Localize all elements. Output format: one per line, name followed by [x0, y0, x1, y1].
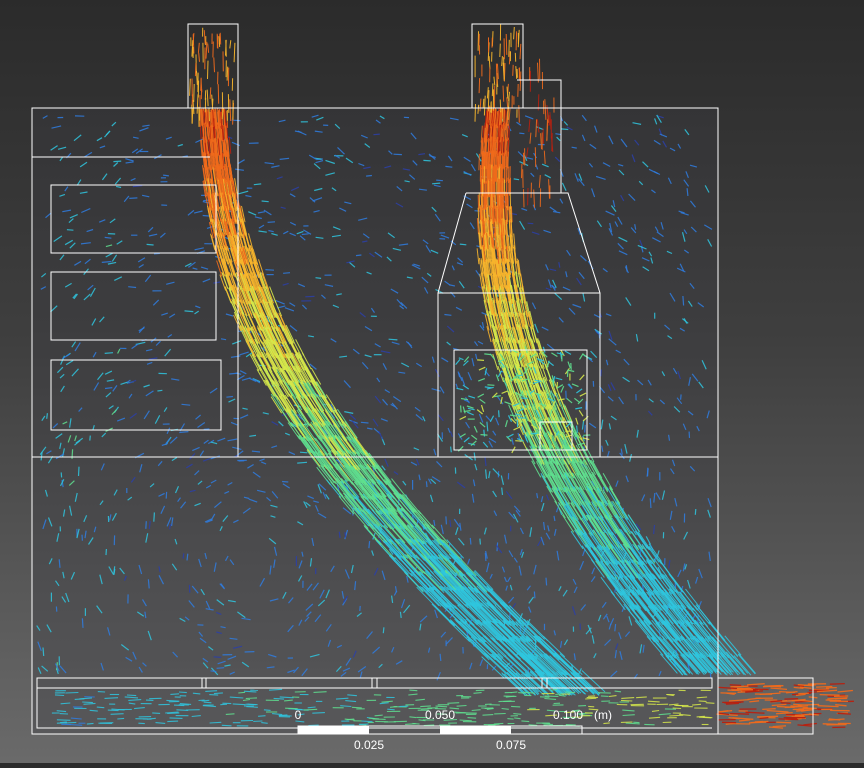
velocity-vector	[361, 422, 369, 423]
velocity-vector	[510, 206, 511, 222]
velocity-vector	[519, 133, 524, 134]
velocity-vector	[534, 592, 535, 599]
velocity-vector	[211, 671, 217, 672]
velocity-vector	[214, 657, 222, 658]
velocity-vector	[514, 179, 519, 180]
velocity-vector	[129, 198, 137, 199]
velocity-vector	[163, 175, 169, 176]
velocity-vector	[316, 278, 322, 279]
velocity-vector	[183, 553, 184, 558]
velocity-vector	[615, 624, 616, 631]
velocity-vector	[485, 553, 486, 561]
velocity-vector	[262, 201, 269, 202]
velocity-vector	[373, 134, 379, 135]
velocity-vector	[187, 554, 188, 561]
velocity-vector	[731, 654, 748, 674]
velocity-vector	[601, 370, 602, 377]
velocity-vector	[389, 339, 398, 340]
velocity-vector	[79, 467, 80, 476]
velocity-vector	[43, 648, 44, 657]
velocity-vector	[302, 234, 309, 235]
velocity-vector	[683, 296, 684, 306]
velocity-vector	[217, 668, 225, 669]
velocity-vector	[440, 654, 441, 661]
velocity-vector	[423, 160, 430, 161]
velocity-vector	[426, 481, 427, 487]
velocity-vector	[436, 180, 443, 181]
velocity-vector	[446, 516, 447, 524]
velocity-vector	[366, 176, 372, 177]
velocity-vector	[146, 521, 147, 529]
velocity-vector	[356, 255, 361, 256]
velocity-vector	[67, 230, 74, 231]
velocity-vector	[265, 270, 274, 271]
velocity-vector	[502, 488, 503, 495]
velocity-vector	[561, 129, 568, 130]
velocity-vector	[147, 244, 154, 245]
velocity-vector	[157, 390, 162, 391]
velocity-vector	[90, 436, 91, 441]
velocity-vector	[585, 425, 586, 433]
velocity-vector	[369, 541, 370, 548]
velocity-vector	[339, 532, 340, 538]
velocity-vector	[283, 273, 290, 274]
velocity-vector	[154, 512, 155, 521]
velocity-vector	[297, 462, 307, 463]
velocity-vector	[650, 498, 651, 508]
velocity-vector	[626, 265, 627, 272]
velocity-vector	[185, 311, 194, 312]
velocity-vector	[695, 509, 696, 515]
velocity-vector	[383, 627, 384, 633]
velocity-vector	[687, 188, 688, 196]
velocity-vector	[254, 184, 261, 185]
velocity-vector	[268, 222, 275, 223]
velocity-vector	[59, 559, 60, 568]
velocity-vector	[681, 394, 682, 399]
velocity-vector	[105, 237, 112, 238]
velocity-vector	[47, 413, 48, 419]
velocity-vector	[480, 539, 481, 545]
velocity-vector	[400, 612, 401, 618]
velocity-vector	[444, 315, 451, 316]
velocity-vector	[451, 447, 452, 453]
velocity-vector	[577, 426, 578, 433]
velocity-vector	[105, 353, 113, 354]
velocity-vector	[113, 161, 121, 162]
velocity-vector	[148, 579, 149, 588]
velocity-vector-plot: 0 0.050 0.100 (m) 0.025 0.075	[0, 0, 864, 763]
velocity-vector	[480, 206, 481, 222]
velocity-vector	[226, 397, 233, 398]
velocity-vector	[128, 287, 136, 288]
cfd-viewport[interactable]: 0 0.050 0.100 (m) 0.025 0.075	[0, 0, 864, 763]
velocity-vector	[345, 532, 346, 537]
velocity-vector	[204, 429, 210, 430]
velocity-vector	[528, 223, 534, 224]
velocity-vector	[445, 166, 452, 167]
velocity-vector	[432, 183, 440, 184]
velocity-vector	[300, 452, 307, 453]
velocity-vector	[546, 578, 547, 586]
velocity-vector	[460, 244, 467, 245]
velocity-vector	[470, 538, 471, 545]
velocity-vector	[282, 482, 288, 483]
velocity-vector	[82, 618, 83, 628]
